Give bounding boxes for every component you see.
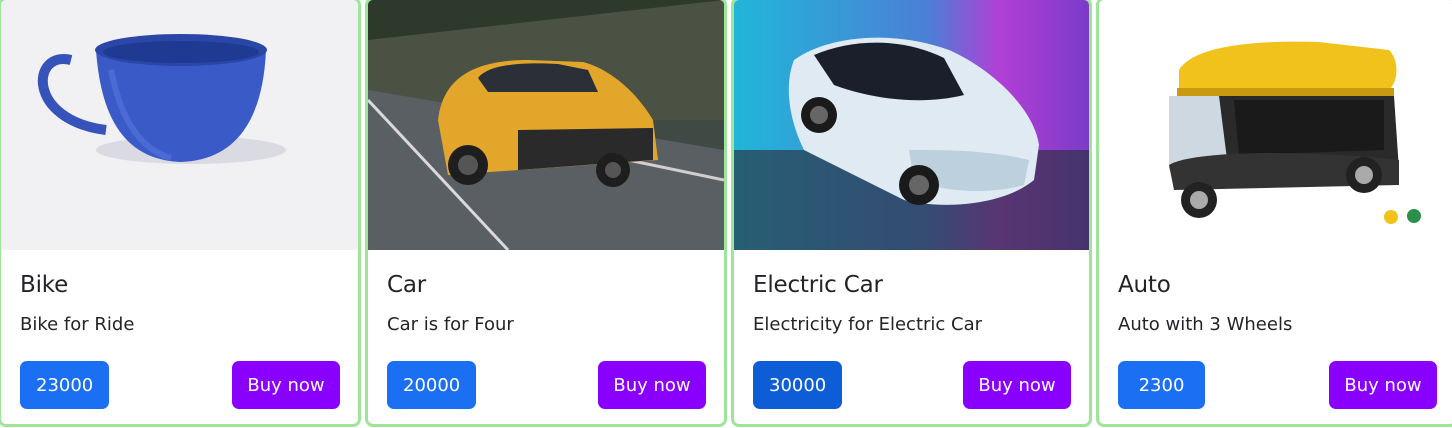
product-image-car — [368, 0, 724, 250]
product-card-car: Car Car is for Four 20000 Buy now — [365, 0, 727, 427]
product-description: Car is for Four — [387, 314, 514, 335]
product-description: Electricity for Electric Car — [753, 314, 983, 335]
product-card-bike: Bike Bike for Ride 23000 Buy now — [0, 0, 361, 427]
product-card-electric-car: Electric Car Electricity for Electric Ca… — [731, 0, 1092, 427]
product-card-auto: Auto Auto with 3 Wheels 2300 Buy now — [1096, 0, 1452, 427]
yellow-suv-image — [368, 0, 724, 250]
product-card-row: Bike Bike for Ride 23000 Buy now Car Car… — [0, 0, 1452, 428]
price-badge[interactable]: 2300 — [1118, 361, 1205, 409]
buy-now-button[interactable]: Buy now — [963, 361, 1071, 409]
blue-cup-image — [1, 0, 358, 250]
price-badge[interactable]: 20000 — [387, 361, 477, 409]
price-badge[interactable]: 23000 — [20, 361, 110, 409]
buy-now-button[interactable]: Buy now — [598, 361, 706, 409]
product-description: Auto with 3 Wheels — [1118, 314, 1293, 335]
product-description: Bike for Ride — [20, 314, 135, 335]
price-badge[interactable]: 30000 — [753, 361, 843, 409]
buy-now-button[interactable]: Buy now — [1329, 361, 1437, 409]
product-image-electric-car — [734, 0, 1089, 250]
product-title: Auto — [1118, 272, 1171, 298]
product-title: Bike — [20, 272, 69, 298]
auto-rickshaw-image — [1099, 0, 1452, 250]
white-electric-car-image — [734, 0, 1089, 250]
product-title: Electric Car — [753, 272, 883, 298]
product-image-auto — [1099, 0, 1452, 250]
buy-now-button[interactable]: Buy now — [232, 361, 340, 409]
product-image-bike — [1, 0, 358, 250]
product-title: Car — [387, 272, 427, 298]
